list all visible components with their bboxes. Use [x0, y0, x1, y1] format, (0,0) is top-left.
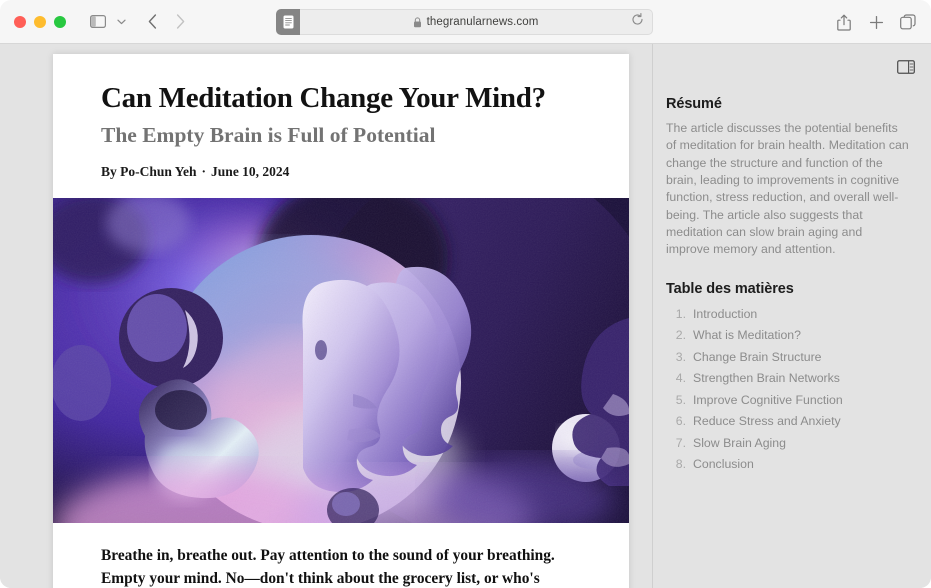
- hero-image: [53, 198, 629, 524]
- list-item[interactable]: 1. Introduction: [666, 304, 909, 325]
- toc-label: Change Brain Structure: [693, 349, 822, 364]
- toc-label: Reduce Stress and Anxiety: [693, 414, 841, 429]
- reader-sidebar-icon: [897, 60, 915, 74]
- list-item[interactable]: 6. Reduce Stress and Anxiety: [666, 411, 909, 432]
- sidebar-menu-chevron-button[interactable]: [112, 9, 130, 35]
- minimize-window-button[interactable]: [34, 15, 46, 28]
- toc-number: 7.: [675, 435, 686, 450]
- sidebar-icon: [90, 15, 106, 28]
- hero-illustration: [53, 198, 629, 524]
- tab-overview-button[interactable]: [897, 9, 919, 35]
- url-field[interactable]: thegranularnews.com: [299, 9, 653, 35]
- sidebar-toolbar: [654, 44, 931, 90]
- back-button[interactable]: [138, 9, 166, 35]
- plus-icon: [869, 15, 883, 29]
- share-button[interactable]: [833, 9, 855, 35]
- chevron-left-icon: [148, 14, 156, 29]
- summary-title: Résumé: [666, 96, 722, 112]
- list-item[interactable]: 5. Improve Cognitive Function: [666, 390, 909, 411]
- toc-label: Strengthen Brain Networks: [693, 371, 840, 386]
- byline-author: By Po-Chun Yeh: [101, 164, 197, 180]
- toc-label: Improve Cognitive Function: [693, 392, 843, 407]
- sidebar-content: Résumé The article discusses the potenti…: [654, 90, 931, 475]
- toolbar-left-controls: [66, 9, 194, 35]
- tab-overview-icon: [900, 14, 916, 30]
- toc-number: 3.: [675, 349, 686, 364]
- page-title: Can Meditation Change Your Mind?: [101, 82, 546, 114]
- byline-separator: ·: [201, 164, 207, 180]
- toc-number: 5.: [675, 392, 686, 407]
- toolbar-right-controls: [833, 0, 919, 44]
- toc-number: 2.: [675, 328, 686, 343]
- browser-window: thegranularnews.com Can Meditation Chang…: [0, 0, 931, 588]
- share-icon: [837, 14, 851, 31]
- toc-label: Introduction: [693, 307, 758, 322]
- lock-icon: [413, 16, 421, 27]
- reader-sidebar: Résumé The article discusses the potenti…: [654, 44, 931, 588]
- list-item[interactable]: 4. Strengthen Brain Networks: [666, 368, 909, 389]
- toc-label: What is Meditation?: [693, 328, 801, 343]
- traffic-lights: [14, 15, 66, 28]
- list-item[interactable]: 8. Conclusion: [666, 454, 909, 475]
- table-of-contents: 1. Introduction 2. What is Meditation? 3…: [666, 304, 909, 476]
- toc-title: Table des matières: [666, 280, 794, 297]
- summary-text: The article discusses the potential bene…: [666, 121, 909, 257]
- new-tab-button[interactable]: [865, 9, 887, 35]
- toc-number: 8.: [675, 457, 686, 472]
- address-bar[interactable]: thegranularnews.com: [276, 9, 653, 35]
- article-subhead: The Empty Brain is Full of Potential: [101, 123, 436, 148]
- reader-mode-button[interactable]: [276, 9, 300, 35]
- toc-number: 6.: [675, 414, 686, 429]
- url-display: thegranularnews.com: [413, 16, 539, 28]
- url-text: thegranularnews.com: [426, 16, 539, 28]
- maximize-window-button[interactable]: [54, 15, 66, 28]
- byline-date: June 10, 2024: [211, 164, 290, 180]
- list-item[interactable]: 7. Slow Brain Aging: [666, 432, 909, 453]
- article-card: Can Meditation Change Your Mind? The Emp…: [53, 54, 629, 588]
- toc-number: 1.: [675, 307, 686, 322]
- article-paragraph: Breathe in, breathe out. Pay attention t…: [101, 547, 555, 588]
- sidebar-toggle-button[interactable]: [84, 9, 112, 35]
- close-window-button[interactable]: [14, 15, 26, 28]
- reload-button[interactable]: [631, 13, 644, 31]
- browser-toolbar: thegranularnews.com: [0, 0, 931, 44]
- article-body: Can Meditation Change Your Mind? The Emp…: [53, 54, 629, 588]
- toc-label: Conclusion: [693, 457, 754, 472]
- chevron-right-icon: [176, 14, 184, 29]
- byline: By Po-Chun Yeh · June 10, 2024: [101, 164, 581, 180]
- toc-number: 4.: [675, 371, 686, 386]
- reader-mode-icon: [283, 15, 293, 29]
- sidebar-panel-toggle-button[interactable]: [895, 57, 917, 77]
- list-item[interactable]: 2. What is Meditation?: [666, 325, 909, 346]
- forward-button[interactable]: [166, 9, 194, 35]
- content-area: Can Meditation Change Your Mind? The Emp…: [0, 44, 931, 588]
- reader-pane[interactable]: Can Meditation Change Your Mind? The Emp…: [0, 44, 653, 588]
- list-item[interactable]: 3. Change Brain Structure: [666, 347, 909, 368]
- chevron-down-icon: [116, 19, 126, 24]
- reload-icon: [632, 13, 643, 25]
- toc-label: Slow Brain Aging: [693, 435, 786, 450]
